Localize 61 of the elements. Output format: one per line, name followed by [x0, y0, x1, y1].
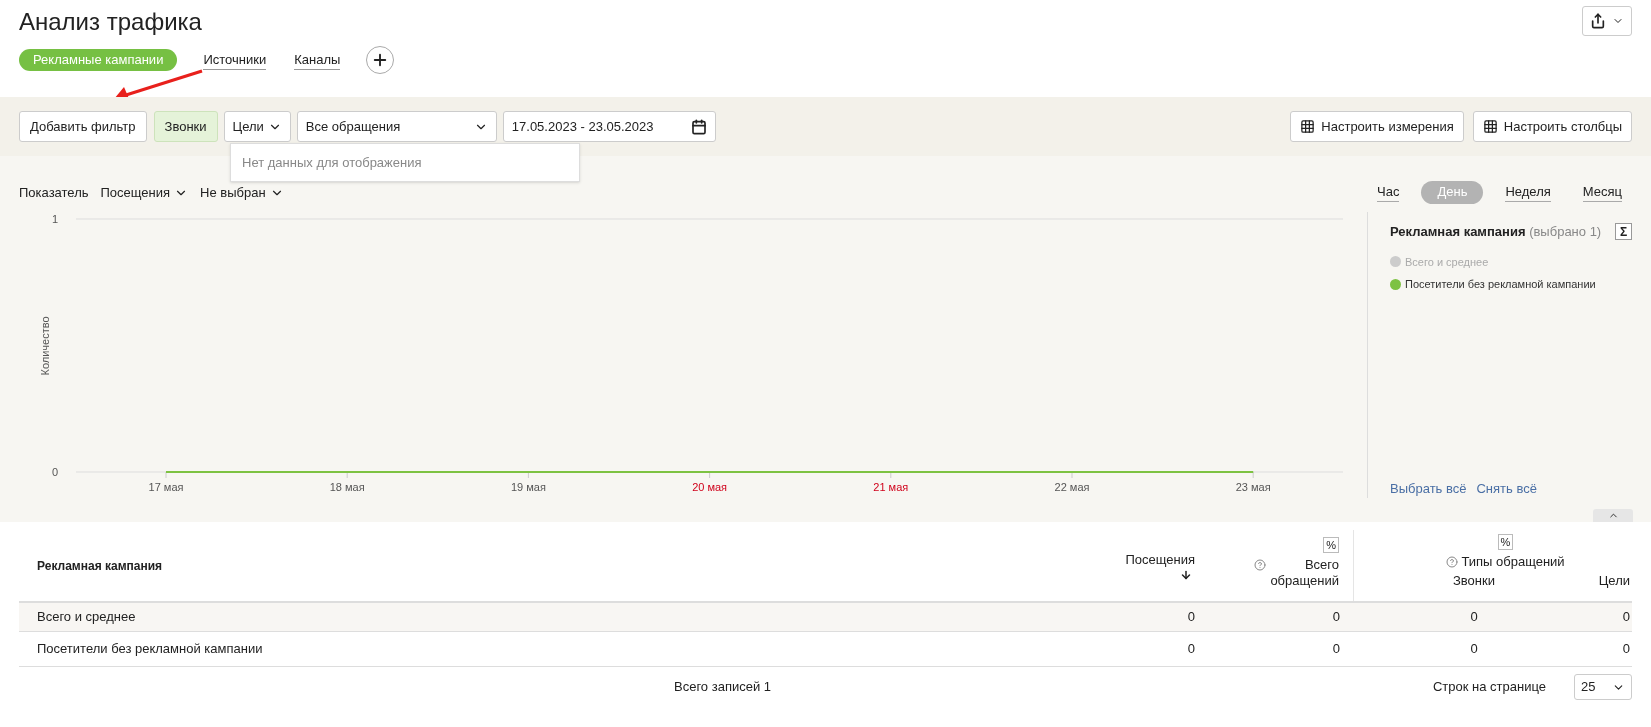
table-cell-text: Посетители без рекламной кампании: [36, 640, 264, 659]
metric-dropdown[interactable]: Посещения: [100, 182, 189, 203]
dimensions-button[interactable]: Настроить измерения: [1290, 111, 1464, 142]
total-records: Всего записей 1: [674, 678, 772, 697]
columns-button[interactable]: Настроить столбцы: [1472, 111, 1632, 142]
empty-message: Нет данных для отображения: [242, 153, 422, 172]
calls-chip[interactable]: Звонки: [153, 111, 218, 142]
date-label: 21 мая: [873, 481, 909, 493]
report-tab[interactable]: Каналы: [294, 50, 341, 70]
column-header: Типы обращений: [1461, 553, 1565, 570]
date-label: 23 мая: [1235, 481, 1271, 493]
date-label: 19 мая: [510, 481, 546, 493]
axis-label: Количество: [39, 316, 51, 376]
column-header: Рекламная кампания: [37, 557, 163, 575]
rows-per-page-select[interactable]: 25: [1574, 674, 1632, 700]
legend-title: Рекламная кампания (выбрано 1): [1390, 223, 1602, 241]
granularity-tab[interactable]: Месяц: [1582, 182, 1622, 202]
table-cell-text: Всего и среднее: [36, 608, 137, 627]
metric-dropdown[interactable]: Не выбран: [200, 182, 284, 203]
sort-icon[interactable]: [1180, 569, 1192, 582]
percent-toggle[interactable]: %: [1497, 533, 1514, 550]
table-cell-text: 0: [1186, 640, 1196, 659]
requests-select[interactable]: Все обращения: [296, 111, 497, 142]
rows-per-page-label: Строк на странице: [1433, 678, 1546, 697]
column-header: Звонки: [1452, 573, 1496, 589]
metric-label: Показатель: [19, 183, 89, 202]
date-label: 22 мая: [1054, 481, 1090, 493]
table-cell-text: 0: [1621, 608, 1631, 627]
report-tab[interactable]: Источники: [203, 50, 267, 70]
date-label: 18 мая: [329, 481, 365, 493]
granularity-tab[interactable]: Неделя: [1505, 182, 1551, 202]
add-filter-button[interactable]: Добавить фильтр: [19, 111, 147, 142]
calendar-icon: [690, 118, 707, 135]
help-icon[interactable]: [1446, 555, 1459, 568]
tick-label: 1: [51, 213, 58, 225]
sum-button[interactable]: Σ: [1615, 223, 1632, 241]
granularity-tab[interactable]: Час: [1377, 182, 1400, 202]
table-cell-text: 0: [1469, 640, 1479, 659]
table-cell-text: 0: [1331, 640, 1341, 659]
table-cell-text: 0: [1621, 640, 1631, 659]
date-label: 20 мая: [692, 481, 728, 493]
column-header[interactable]: Посещения: [1125, 549, 1195, 570]
legend-item[interactable]: Посетители без рекламной кампании: [1405, 276, 1596, 293]
share-icon: [1590, 13, 1606, 29]
column-header: Цели: [1597, 573, 1631, 589]
select-all-link[interactable]: Выбрать всё: [1390, 478, 1467, 498]
grid-icon: [1482, 119, 1498, 134]
goals-dropdown[interactable]: Цели: [223, 111, 291, 142]
table-cell-text: 0: [1186, 608, 1196, 627]
date-range-field[interactable]: 17.05.2023 - 23.05.2023: [502, 111, 716, 142]
table-cell-text: 0: [1469, 608, 1479, 627]
grid-icon: [1300, 119, 1316, 134]
export-button[interactable]: [1582, 6, 1632, 36]
tick-label: 0: [51, 466, 58, 478]
percent-toggle[interactable]: %: [1323, 537, 1339, 553]
date-label: 17 мая: [148, 481, 184, 493]
help-icon[interactable]: [1254, 559, 1266, 571]
table-cell-text: 0: [1331, 608, 1341, 627]
clear-all-link[interactable]: Снять всё: [1476, 478, 1537, 498]
page-title: Анализ трафика: [19, 7, 203, 37]
column-header: Всего обращений: [1269, 557, 1339, 589]
